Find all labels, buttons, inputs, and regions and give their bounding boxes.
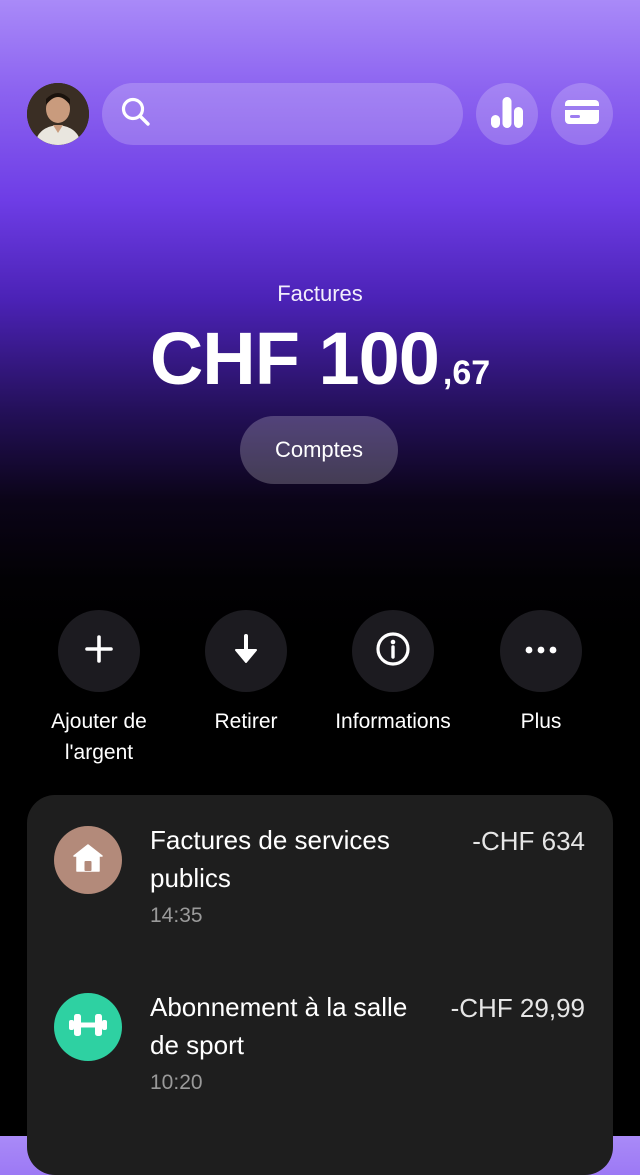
transaction-amount: -CHF 29,99 [450, 993, 585, 1023]
add-money-button[interactable] [58, 610, 140, 692]
add-money-action[interactable]: Ajouter de l'argent [24, 610, 174, 768]
arrow-down-icon [233, 633, 259, 670]
cards-button[interactable] [551, 83, 613, 145]
balance-amount-main: CHF 100 [149, 317, 440, 400]
search-input[interactable] [152, 82, 463, 146]
transaction-icon-circle [54, 993, 122, 1061]
balance-label: Factures [277, 281, 363, 306]
dumbbell-icon [68, 1012, 108, 1043]
withdraw-button[interactable] [205, 610, 287, 692]
more-button[interactable] [500, 610, 582, 692]
profile-photo-icon [27, 83, 89, 145]
house-icon [72, 843, 104, 878]
balance-amount-cents: ,67 [442, 354, 491, 392]
transaction-icon-circle [54, 826, 122, 894]
accounts-button[interactable]: Comptes [240, 416, 398, 484]
transaction-amount: -CHF 634 [472, 826, 585, 856]
more-icon [524, 642, 558, 660]
transaction-title: Factures de services publics [150, 825, 390, 893]
info-icon [375, 631, 411, 672]
withdraw-action[interactable]: Retirer [171, 610, 321, 737]
information-button[interactable] [352, 610, 434, 692]
information-action[interactable]: Informations [318, 610, 468, 737]
more-label: Plus [520, 710, 562, 733]
transaction-time: 10:20 [150, 1071, 203, 1094]
plus-icon [84, 634, 114, 669]
withdraw-label: Retirer [214, 710, 278, 733]
bar-chart-icon [489, 95, 525, 134]
balance-amount: CHF 100,67 [0, 316, 640, 401]
transactions-card: Factures de services publics 14:35 -CHF … [27, 795, 613, 1175]
more-action[interactable]: Plus [466, 610, 616, 737]
search-icon [120, 96, 152, 133]
search-bar[interactable] [102, 82, 463, 146]
transaction-item[interactable]: Factures de services publics 14:35 -CHF … [27, 795, 613, 960]
stats-button[interactable] [476, 83, 538, 145]
card-icon [564, 98, 600, 131]
transaction-time: 14:35 [150, 904, 203, 927]
avatar[interactable] [27, 83, 89, 145]
add-money-label: Ajouter de l'argent [51, 710, 147, 764]
transaction-item[interactable]: Abonnement à la salle de sport 10:20 -CH… [27, 962, 613, 1127]
information-label: Informations [335, 710, 451, 733]
transaction-title: Abonnement à la salle de sport [150, 992, 408, 1060]
